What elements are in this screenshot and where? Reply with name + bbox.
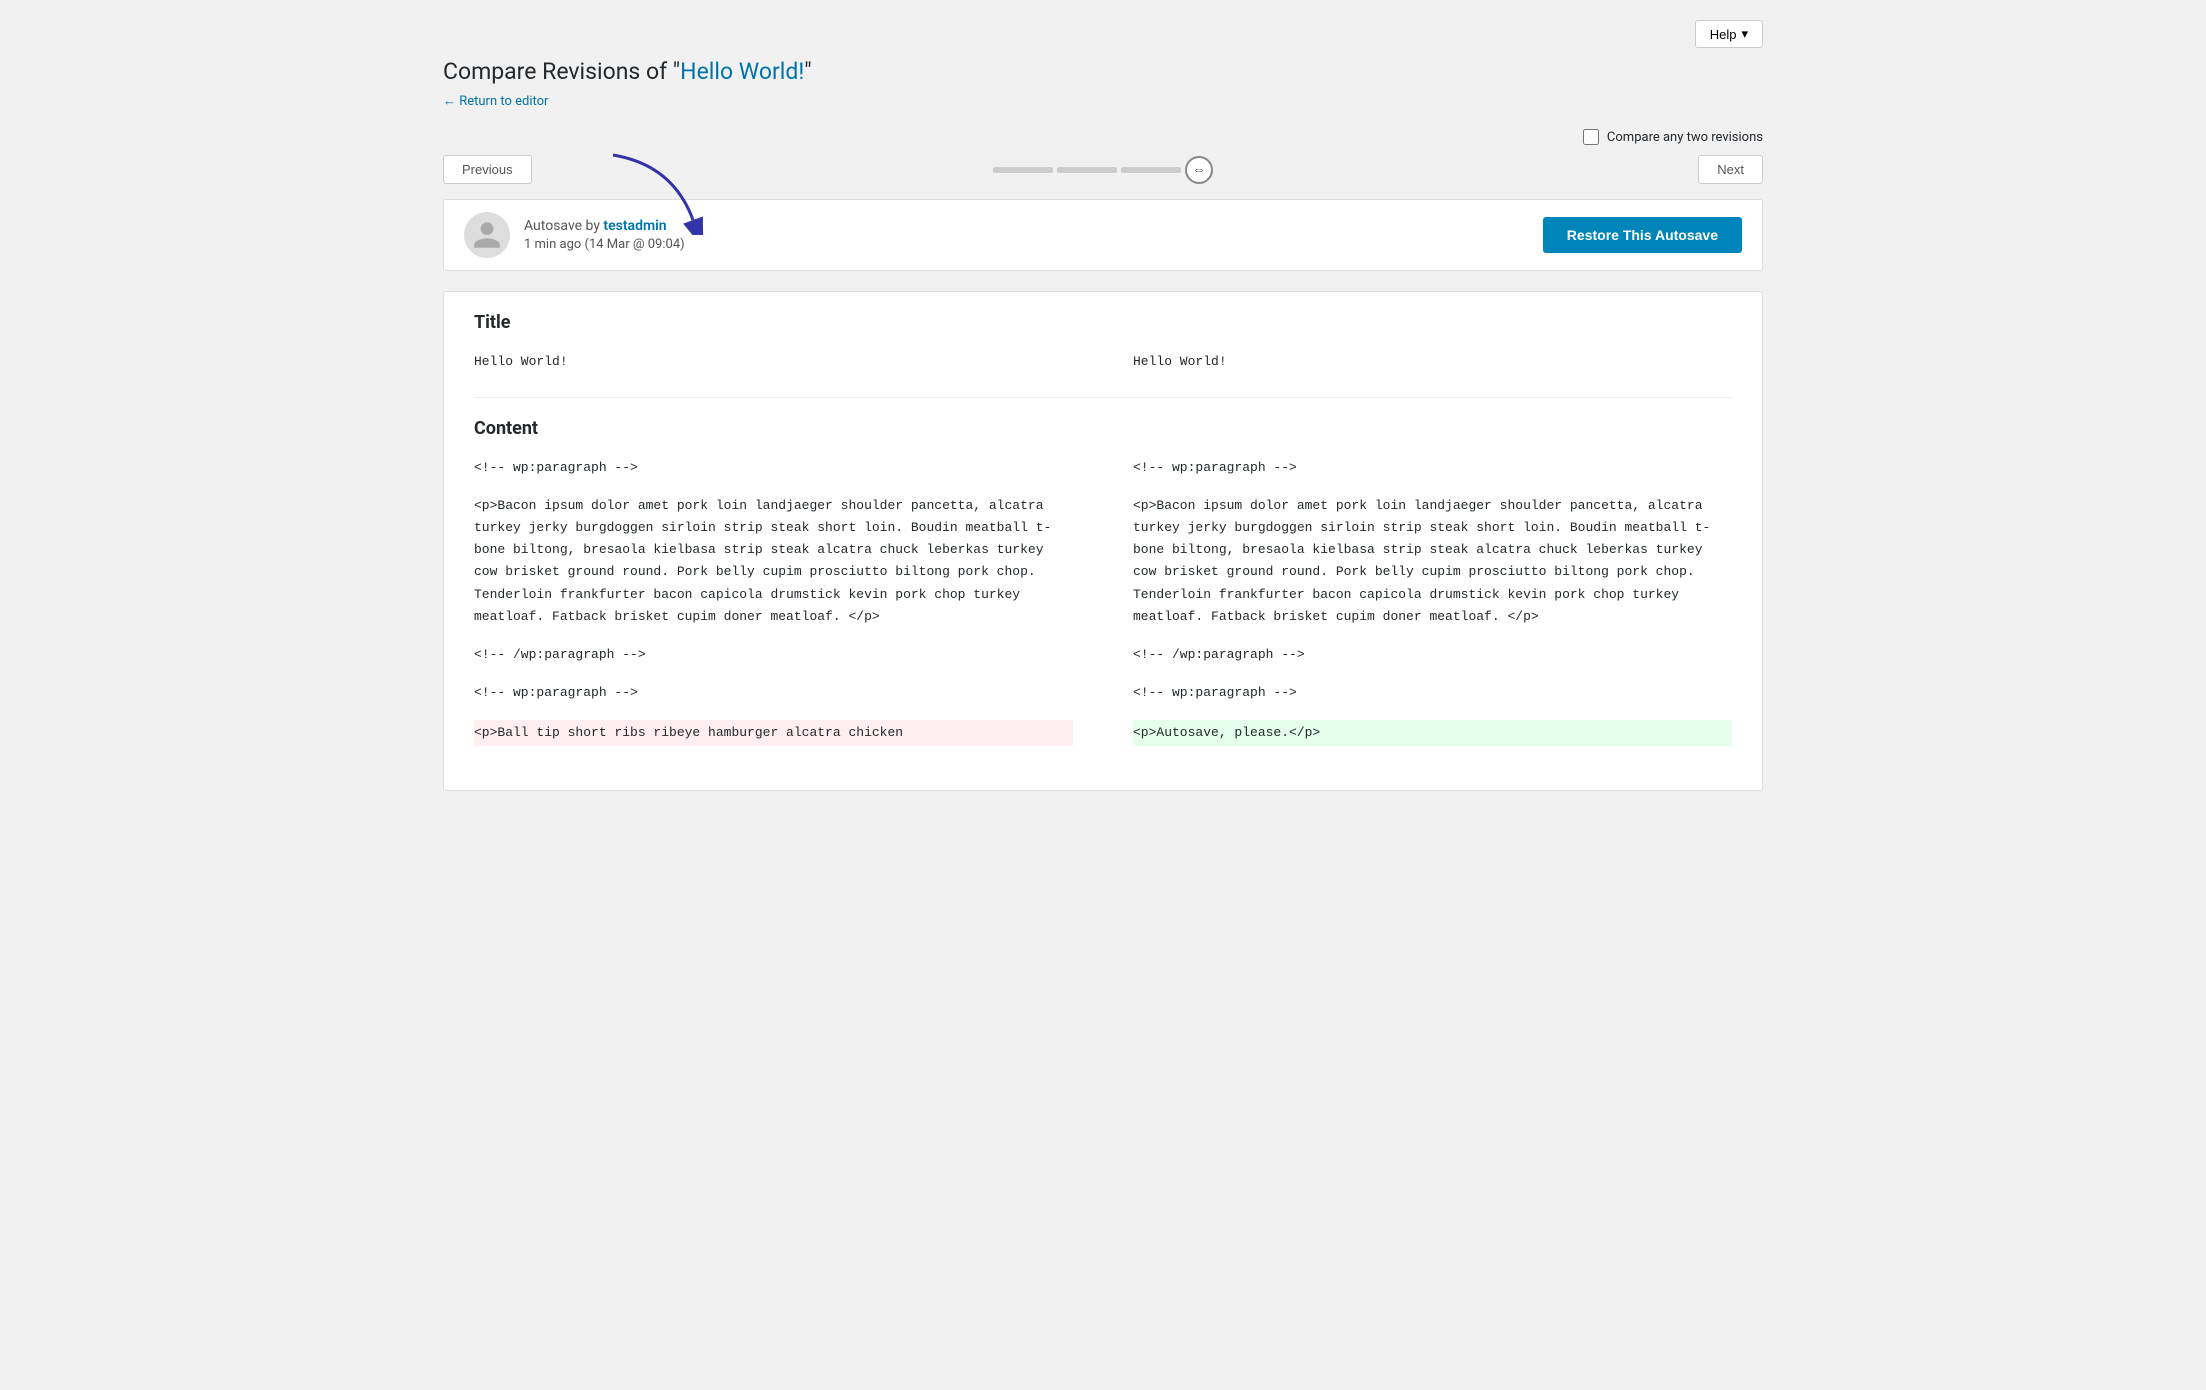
autosave-label: Autosave by testadmin	[524, 218, 685, 234]
chevron-down-icon: ▾	[1741, 26, 1748, 42]
revision-slider[interactable]: ⇔	[993, 156, 1213, 184]
help-button-label: Help	[1710, 27, 1737, 42]
right-title-col: Hello World!	[1103, 351, 1732, 373]
diff-area: Title Hello World! Hello World! Content …	[443, 291, 1763, 791]
content-diff-columns: <!-- wp:paragraph --> <p>Bacon ipsum dol…	[474, 457, 1732, 746]
section-divider	[474, 397, 1732, 398]
navigation-row: Previous ⇔ Next	[443, 155, 1763, 184]
right-comment2: <!-- wp:paragraph -->	[1133, 682, 1732, 704]
revision-time: 1 min ago (14 Mar @ 09:04)	[524, 237, 685, 252]
restore-autosave-button[interactable]: Restore This Autosave	[1543, 217, 1742, 253]
right-para1: <p>Bacon ipsum dolor amet pork loin land…	[1133, 495, 1732, 628]
right-para2: <p>Autosave, please.</p>	[1133, 720, 1732, 746]
return-to-editor-link[interactable]: ← Return to editor	[443, 93, 548, 109]
right-title-text: Hello World!	[1133, 351, 1732, 373]
left-para1: <p>Bacon ipsum dolor amet pork loin land…	[474, 495, 1073, 628]
slider-segment	[993, 167, 1053, 173]
left-title-col: Hello World!	[474, 351, 1103, 373]
avatar	[464, 212, 510, 258]
left-content-col: <!-- wp:paragraph --> <p>Bacon ipsum dol…	[474, 457, 1103, 746]
title-diff-columns: Hello World! Hello World!	[474, 351, 1732, 373]
content-section-header: Content	[474, 418, 1732, 439]
slider-segment	[1057, 167, 1117, 173]
help-button[interactable]: Help ▾	[1695, 20, 1763, 48]
page-title: Compare Revisions of "Hello World!"	[443, 58, 1763, 85]
left-comment-close1: <!-- /wp:paragraph -->	[474, 644, 1073, 666]
slider-handle[interactable]: ⇔	[1185, 156, 1213, 184]
left-para2: <p>Ball tip short ribs ribeye hamburger …	[474, 720, 1073, 746]
slider-segment	[1121, 167, 1181, 173]
previous-button[interactable]: Previous	[443, 155, 532, 184]
post-title-link[interactable]: Hello World!	[680, 58, 804, 85]
title-section-header: Title	[474, 312, 1732, 333]
left-title-text: Hello World!	[474, 351, 1073, 373]
revision-author-bar: Autosave by testadmin 1 min ago (14 Mar …	[443, 199, 1763, 271]
author-link[interactable]: testadmin	[603, 218, 666, 234]
compare-two-revisions-label: Compare any two revisions	[1607, 130, 1763, 145]
right-comment1: <!-- wp:paragraph -->	[1133, 457, 1732, 479]
author-info: Autosave by testadmin 1 min ago (14 Mar …	[464, 212, 685, 258]
right-content-col: <!-- wp:paragraph --> <p>Bacon ipsum dol…	[1103, 457, 1732, 746]
left-comment2: <!-- wp:paragraph -->	[474, 682, 1073, 704]
next-button[interactable]: Next	[1698, 155, 1763, 184]
compare-two-revisions-checkbox[interactable]	[1583, 129, 1599, 145]
left-comment1: <!-- wp:paragraph -->	[474, 457, 1073, 479]
right-comment-close1: <!-- /wp:paragraph -->	[1133, 644, 1732, 666]
